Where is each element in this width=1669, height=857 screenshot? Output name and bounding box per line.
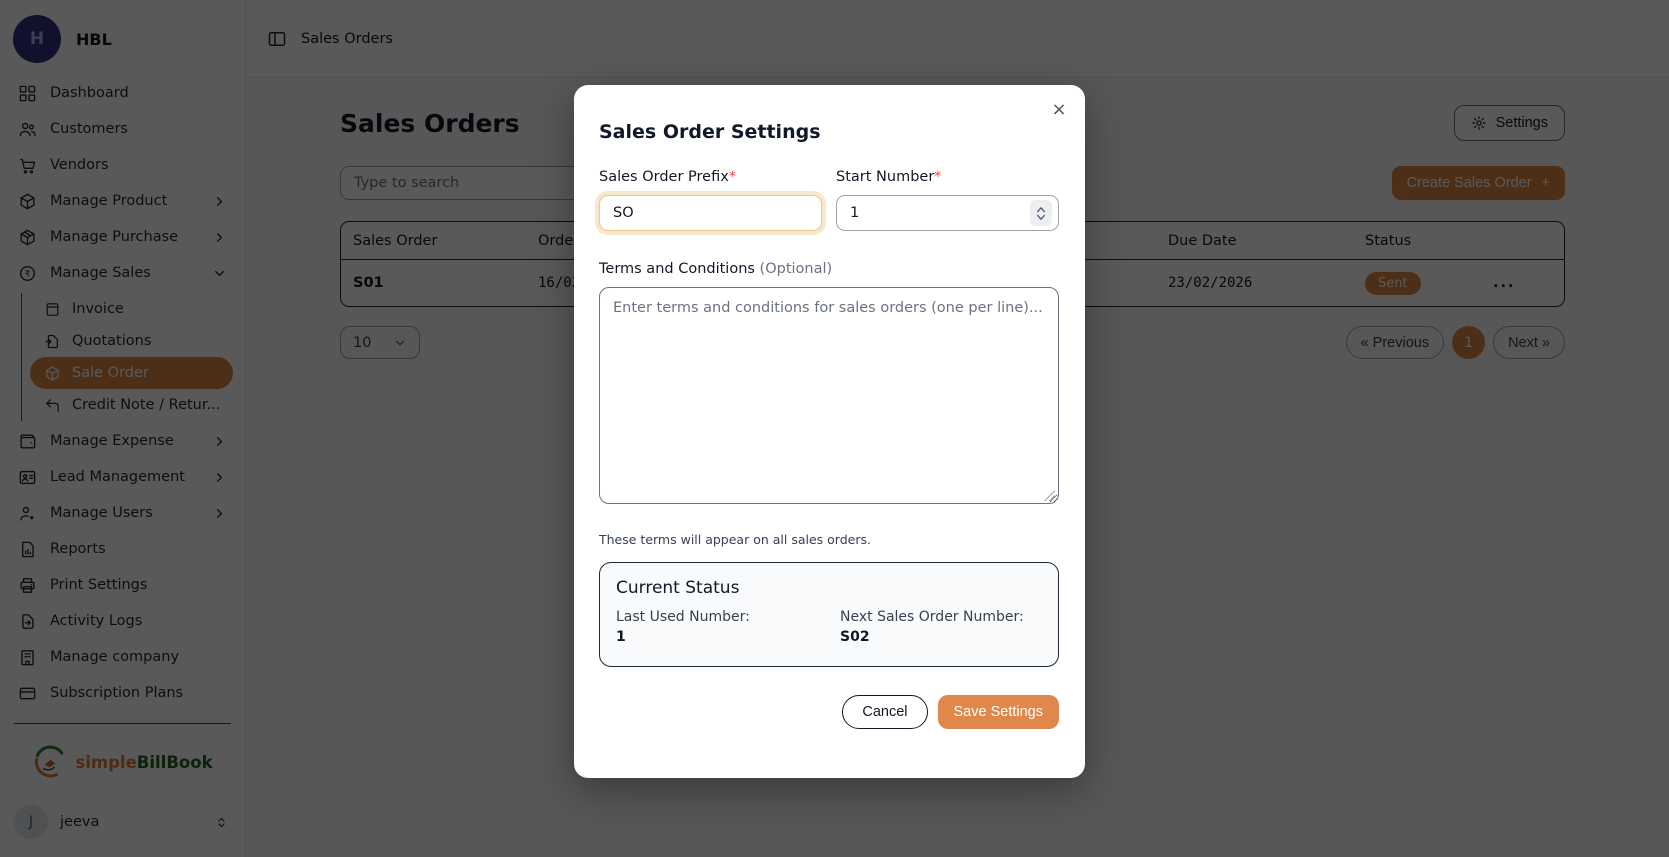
chevron-down-icon — [1037, 214, 1045, 220]
terms-textarea[interactable] — [599, 287, 1059, 504]
prefix-label: Sales Order Prefix* — [599, 169, 737, 185]
chevron-up-icon — [1037, 206, 1045, 212]
last-used-value: 1 — [616, 629, 626, 645]
last-used-label: Last Used Number: — [616, 609, 750, 625]
cancel-button[interactable]: Cancel — [842, 695, 928, 729]
modal-title: Sales Order Settings — [599, 121, 821, 143]
app-root: H HBL Dashboard Customers Vendors Manage… — [0, 0, 1669, 857]
current-status-title: Current Status — [616, 578, 740, 598]
sales-order-settings-modal: × Sales Order Settings Sales Order Prefi… — [574, 85, 1085, 778]
current-status-box: Current Status Last Used Number: 1 Next … — [599, 562, 1059, 667]
required-asterisk: * — [728, 169, 737, 185]
start-number-input[interactable] — [836, 195, 1059, 231]
save-settings-button[interactable]: Save Settings — [937, 695, 1059, 729]
next-number-label: Next Sales Order Number: — [840, 609, 1024, 625]
required-asterisk: * — [934, 169, 942, 185]
terms-helper-text: These terms will appear on all sales ord… — [599, 532, 871, 547]
terms-label: Terms and Conditions (Optional) — [599, 261, 833, 277]
close-icon[interactable]: × — [1047, 97, 1071, 121]
optional-hint: (Optional) — [754, 261, 833, 277]
prefix-input[interactable] — [599, 195, 822, 231]
number-stepper[interactable] — [1030, 200, 1052, 226]
next-number-value: S02 — [840, 629, 870, 645]
start-number-label: Start Number* — [836, 169, 942, 185]
